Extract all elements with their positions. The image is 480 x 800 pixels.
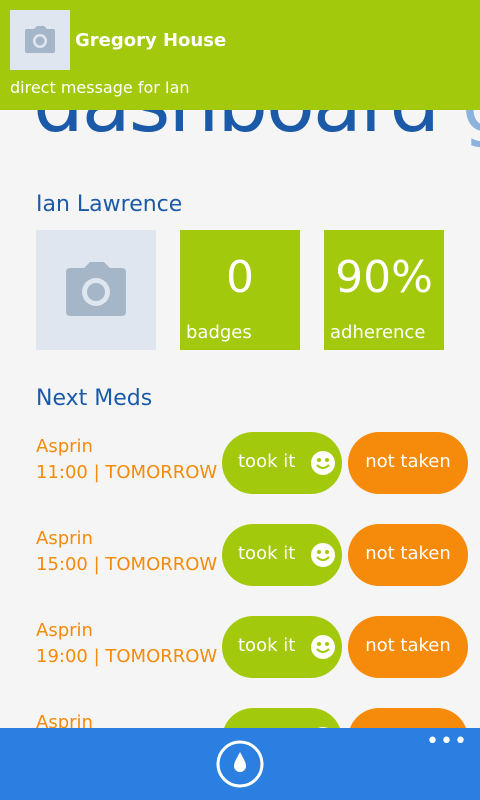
- med-name: Asprin: [36, 436, 93, 457]
- user-name: Ian Lawrence: [36, 192, 183, 217]
- med-name: Asprin: [36, 620, 93, 641]
- camera-icon: [25, 26, 55, 53]
- next-meds-heading: Next Meds: [36, 386, 153, 411]
- med-row: Asprin 15:00 | TOMORROW took it not take…: [0, 524, 480, 586]
- badges-count: 0: [226, 252, 254, 303]
- notification-toast[interactable]: Gregory House direct message for Ian: [0, 0, 480, 110]
- badges-label: badges: [186, 322, 252, 343]
- more-options-button[interactable]: •••: [426, 731, 467, 754]
- med-time: 19:00 | TOMORROW: [36, 646, 218, 667]
- not-taken-label: not taken: [365, 635, 451, 656]
- med-time: 11:00 | TOMORROW: [36, 462, 218, 483]
- notification-message: direct message for Ian: [10, 78, 190, 97]
- camera-icon: [66, 262, 126, 316]
- took-it-button[interactable]: took it: [222, 616, 342, 678]
- smiley-icon: [311, 635, 335, 659]
- not-taken-label: not taken: [365, 451, 451, 472]
- adherence-tile[interactable]: 90% adherence: [324, 230, 444, 350]
- appbar-drop-button[interactable]: [216, 740, 264, 788]
- badges-tile[interactable]: 0 badges: [180, 230, 300, 350]
- med-row: Asprin 11:00 | TOMORROW took it not take…: [0, 432, 480, 494]
- not-taken-label: not taken: [365, 543, 451, 564]
- sender-avatar: [10, 10, 70, 70]
- adherence-value: 90%: [335, 252, 433, 303]
- not-taken-button[interactable]: not taken: [348, 432, 468, 494]
- took-it-label: took it: [238, 543, 296, 564]
- dashboard-page: dashboard gro Ian Lawrence 0 badges 90% …: [0, 0, 480, 800]
- took-it-button[interactable]: took it: [222, 524, 342, 586]
- smiley-icon: [311, 543, 335, 567]
- not-taken-button[interactable]: not taken: [348, 616, 468, 678]
- med-row: Asprin 19:00 | TOMORROW took it not take…: [0, 616, 480, 678]
- took-it-label: took it: [238, 451, 296, 472]
- took-it-label: took it: [238, 635, 296, 656]
- smiley-icon: [311, 451, 335, 475]
- water-drop-icon: [216, 740, 264, 788]
- not-taken-button[interactable]: not taken: [348, 524, 468, 586]
- app-bar: •••: [0, 728, 480, 800]
- med-name: Asprin: [36, 528, 93, 549]
- user-avatar[interactable]: [36, 230, 156, 350]
- notification-sender: Gregory House: [75, 30, 227, 51]
- took-it-button[interactable]: took it: [222, 432, 342, 494]
- adherence-label: adherence: [330, 322, 426, 343]
- med-time: 15:00 | TOMORROW: [36, 554, 218, 575]
